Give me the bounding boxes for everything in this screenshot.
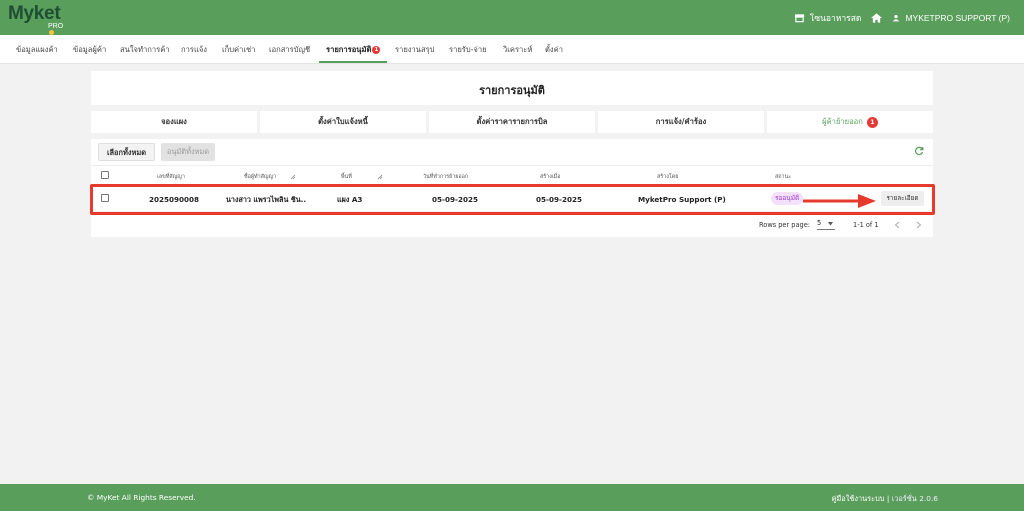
subtab-vendor-move-out[interactable]: ผู้ค้าย้ายออก 1 (767, 111, 933, 133)
subtab-vendor-move-out-label: ผู้ค้าย้ายออก (822, 117, 863, 126)
store-selector[interactable]: โซนอาหารสด (794, 11, 862, 25)
nav-item-interested[interactable]: สนใจทำการค้า (120, 44, 170, 56)
subtab-requests[interactable]: การแจ้ง/คำร้อง (598, 111, 764, 133)
page-title-card: รายการอนุมัติ (91, 71, 933, 105)
nav-item-accounting[interactable]: เอกสารบัญชี (269, 44, 310, 56)
refresh-icon[interactable] (914, 146, 924, 156)
nav-active-indicator (319, 61, 387, 63)
home-icon[interactable] (871, 13, 883, 23)
subtab-invoice-settings[interactable]: ตั้งค่าใบแจ้งหนี้ (260, 111, 426, 133)
nav-item-settings[interactable]: ตั้งค่า (545, 44, 563, 56)
user-label: MYKETPRO SUPPORT (P) (905, 13, 1010, 23)
subtab-stall-booking[interactable]: จองแผง (91, 111, 257, 133)
nav-item-vendors[interactable]: ข้อมูลผู้ค้า (73, 44, 106, 56)
subtab-move-out-badge: 1 (866, 117, 878, 128)
select-all-button[interactable]: เลือกทั้งหมด (98, 143, 155, 161)
rows-per-page-label: Rows per page: (759, 221, 810, 229)
th-contract-no: เลขที่สัญญา (157, 174, 185, 180)
nav-item-rent[interactable]: เก็บค่าเช่า (222, 44, 255, 56)
th-area: พื้นที่ (341, 174, 352, 180)
th-move-out-date: วันที่ทำการย้ายออก (423, 174, 469, 180)
brand-logo[interactable]: Myket PRO (8, 3, 63, 35)
rows-per-page-select[interactable]: 5 (817, 219, 835, 230)
user-menu[interactable]: MYKETPRO SUPPORT (P) (892, 13, 1010, 23)
highlight-box (90, 184, 935, 215)
store-label: โซนอาหารสด (809, 13, 862, 23)
page-title: รายการอนุมัติ (479, 84, 545, 97)
column-resize-icon[interactable] (377, 174, 383, 180)
th-created-at: สร้างเมื่อ (540, 174, 561, 180)
pagination-range: 1-1 of 1 (853, 221, 879, 229)
main-nav: ข้อมูลแผงค้า ข้อมูลผู้ค้า สนใจทำการค้า ก… (0, 35, 1024, 64)
top-bar: Myket PRO โซนอาหารสด MYKETPRO SUPPORT (P… (0, 0, 1024, 35)
chevron-down-icon (828, 222, 833, 226)
footer-right: คู่มือใช้งานระบบ | เวอร์ชั่น 2.0.6 (831, 494, 938, 503)
nav-item-income-expense[interactable]: รายรับ-จ่าย (449, 44, 487, 56)
user-icon (893, 15, 900, 22)
chevron-left-icon[interactable] (894, 221, 900, 229)
approve-all-button[interactable]: อนุมัติทั้งหมด (161, 143, 215, 161)
column-resize-icon[interactable] (290, 174, 296, 180)
th-status: สถานะ (775, 174, 792, 180)
header-checkbox[interactable] (101, 171, 109, 179)
th-contract-name: ชื่อผู้ทำสัญญา (244, 174, 277, 180)
nav-item-notices[interactable]: การแจ้ง (181, 44, 207, 56)
nav-item-stalls[interactable]: ข้อมูลแผงค้า (16, 44, 58, 56)
brand-name: Myket (8, 3, 61, 24)
store-icon (794, 14, 804, 23)
top-right-menu: โซนอาหารสด MYKETPRO SUPPORT (P) (794, 11, 1010, 25)
nav-item-reports[interactable]: รายงานสรุป (395, 44, 435, 56)
subtab-bill-price-settings[interactable]: ตั้งค่าราคารายการบิล (429, 111, 595, 133)
nav-item-approvals[interactable]: รายการอนุมัติ 1 (326, 44, 381, 56)
footer-copyright: © MyKet All Rights Reserved. (87, 493, 196, 502)
table-header: เลขที่สัญญา ชื่อผู้ทำสัญญา พื้นที่ วันที… (91, 165, 933, 186)
footer: © MyKet All Rights Reserved. คู่มือใช้งา… (0, 484, 1024, 511)
rows-per-page-value: 5 (817, 219, 822, 227)
chevron-right-icon[interactable] (916, 221, 922, 229)
manual-link[interactable]: คู่มือใช้งานระบบ (831, 494, 884, 503)
nav-item-analytics[interactable]: วิเคราะห์ (503, 44, 532, 56)
nav-item-approvals-label: รายการอนุมัติ (326, 45, 372, 54)
version-label: เวอร์ชั่น 2.0.6 (891, 494, 938, 503)
brand-sub-text: PRO (48, 23, 64, 30)
th-created-by: สร้างโดย (657, 174, 679, 180)
nav-approvals-badge: 1 (372, 46, 381, 54)
